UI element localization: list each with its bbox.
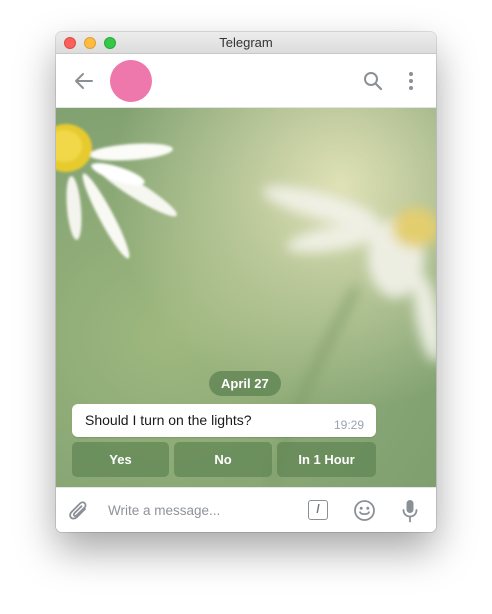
keyboard-button-yes[interactable]: Yes bbox=[72, 442, 169, 477]
microphone-icon[interactable] bbox=[402, 499, 418, 523]
smiley-icon[interactable] bbox=[353, 499, 376, 522]
chat-area[interactable]: April 27 Should I turn on the lights? 19… bbox=[56, 108, 436, 487]
keyboard-button-no[interactable]: No bbox=[174, 442, 272, 477]
chat-header bbox=[56, 54, 436, 108]
telegram-window: Telegram April 27 Should I turn on the l… bbox=[56, 32, 436, 532]
title-bar: Telegram bbox=[56, 32, 436, 54]
arrow-left-icon[interactable] bbox=[73, 70, 95, 92]
avatar[interactable] bbox=[110, 60, 152, 102]
date-badge: April 27 bbox=[209, 371, 281, 396]
keyboard-button-in-1-hour[interactable]: In 1 Hour bbox=[277, 442, 376, 477]
vertical-dots-icon[interactable] bbox=[406, 70, 416, 92]
paperclip-icon[interactable] bbox=[68, 499, 90, 523]
message-time: 19:29 bbox=[333, 418, 364, 432]
search-icon[interactable] bbox=[363, 71, 383, 91]
message-text: Should I turn on the lights? bbox=[85, 412, 252, 428]
message-bubble[interactable]: Should I turn on the lights? 19:29 bbox=[72, 404, 376, 437]
bot-command-button[interactable]: / bbox=[308, 500, 328, 520]
message-input[interactable] bbox=[108, 496, 298, 524]
message-composer: / bbox=[56, 487, 436, 532]
window-title: Telegram bbox=[219, 35, 273, 50]
